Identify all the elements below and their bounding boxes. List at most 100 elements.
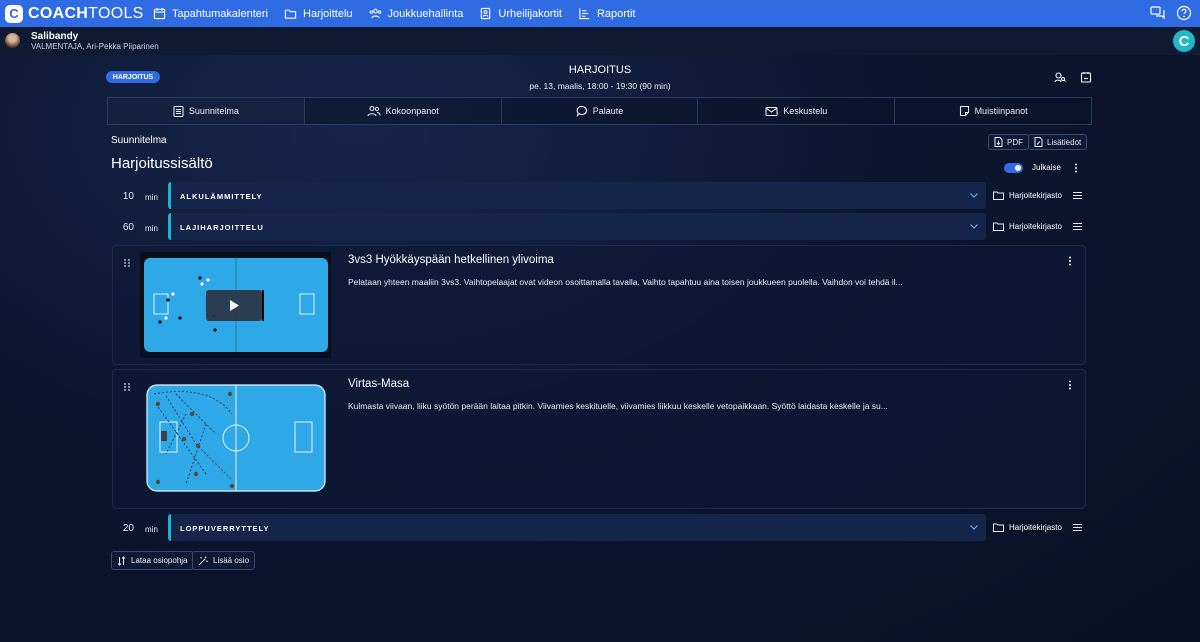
tab-discussion[interactable]: Keskustelu [697,97,895,125]
file-pdf-icon [994,137,1003,147]
hamburger-menu-icon[interactable] [1073,192,1082,199]
section-row: 20 min LOPPUVERRYTTELY Harjoitekirjasto [111,514,1091,542]
hamburger-menu-icon[interactable] [1073,524,1082,531]
clipboard-icon [173,105,184,117]
calendar-edit-icon[interactable] [1080,71,1092,83]
drill-description: Pelataan yhteen maaliin 3vs3. Vaihtopela… [348,277,903,287]
add-section-label: Lisää osio [213,556,250,565]
user-role-name: VALMENTAJA, Ari-Pekka Piiparinen [31,42,159,51]
nav-item-training[interactable]: Harjoittelu [276,0,361,27]
nav-item-calendar[interactable]: Tapahtumakalenteri [145,0,276,27]
nav-item-reports[interactable]: Raportit [570,0,644,27]
exercise-library-link[interactable]: Harjoitekirjasto [993,523,1062,532]
tab-label: Muistiinpanot [974,106,1028,116]
library-label: Harjoitekirjasto [1009,222,1062,231]
chevron-down-icon[interactable] [969,523,979,531]
help-icon[interactable] [1176,5,1192,21]
folder-icon [993,191,1004,200]
section-minutes[interactable]: 60 [111,222,134,233]
calendar-icon [153,7,166,20]
people-icon [367,105,381,117]
library-label: Harjoitekirjasto [1009,191,1062,200]
section-label: Suunnitelma [111,135,167,146]
page-title: Harjoitussisältö [111,155,213,172]
tab-label: Keskustelu [783,106,828,116]
nav-label: Joukkuehallinta [387,7,464,20]
main-nav: Tapahtumakalenteri Harjoittelu Joukkueha… [145,0,644,27]
top-actions [1150,5,1192,21]
magic-wand-icon [198,556,208,565]
section-minutes[interactable]: 10 [111,191,134,202]
event-header-actions [1054,71,1092,83]
tab-notes[interactable]: Muistiinpanot [894,97,1092,125]
drill-diagram-thumbnail[interactable] [146,384,326,492]
chat-icon[interactable] [1150,5,1166,21]
search-people-icon[interactable] [1054,71,1066,83]
section-row: 10 min ALKULÄMMITTELY Harjoitekirjasto [111,182,1091,210]
min-label: min [145,224,158,233]
folder-icon [993,222,1004,231]
chat-bubble-icon [576,105,587,117]
tab-label: Palaute [592,106,624,116]
event-title: HARJOITUS [568,64,632,76]
exercise-library-link[interactable]: Harjoitekirjasto [993,191,1062,200]
app-logo[interactable]: C COACHTOOLS [5,4,145,23]
drag-handle-icon[interactable] [123,258,131,268]
more-options-icon[interactable] [1067,256,1073,266]
details-button[interactable]: Lisätiedot [1028,134,1088,150]
section-header[interactable]: ALKULÄMMITTELY [168,182,986,209]
more-options-icon[interactable] [1073,163,1079,173]
chevron-down-icon[interactable] [969,191,979,199]
id-card-icon [481,7,491,20]
load-template-label: Lataa osiopohja [131,556,188,565]
nav-label: Raportit [596,7,636,20]
folder-icon [284,9,297,19]
team-icon [369,8,381,19]
tab-lineups[interactable]: Kokoonpanot [303,97,501,125]
mail-icon [765,106,778,116]
logo-text: COACHTOOLS [28,4,144,22]
more-options-icon[interactable] [1067,380,1073,390]
drill-description: Kulmasta viivaan, liiku syötön perään la… [348,401,888,411]
section-name: ALKULÄMMITTELY [180,192,263,201]
min-label: min [145,525,158,534]
coachtools-badge-icon[interactable]: C [1173,30,1195,52]
nav-label: Urheilijakortit [498,7,562,20]
user-bar: Salibandy VALMENTAJA, Ari-Pekka Piiparin… [0,27,1200,55]
drill-title[interactable]: Virtas-Masa [348,378,409,390]
details-label: Lisätiedot [1047,137,1082,147]
nav-item-team-management[interactable]: Joukkuehallinta [361,0,472,27]
add-section-button[interactable]: Lisää osio [192,551,256,570]
nav-item-athlete-cards[interactable]: Urheilijakortit [471,0,570,27]
tab-label: Kokoonpanot [385,106,439,116]
section-minutes[interactable]: 20 [111,523,134,534]
drill-card[interactable]: Virtas-Masa Kulmasta viivaan, liiku syöt… [112,369,1086,509]
logo-mark: C [5,4,23,23]
pdf-label: PDF [1007,137,1023,147]
drill-video-thumbnail[interactable] [140,252,331,358]
note-icon [959,105,969,117]
hamburger-menu-icon[interactable] [1073,223,1082,230]
tab-plan[interactable]: Suunnitelma [107,97,304,125]
avatar[interactable] [5,33,20,48]
section-name: LAJIHARJOITTELU [180,223,264,232]
library-label: Harjoitekirjasto [1009,523,1062,532]
nav-label: Harjoittelu [303,7,353,20]
section-header[interactable]: LAJIHARJOITTELU [168,213,986,240]
load-template-button[interactable]: Lataa osiopohja [111,551,194,570]
team-name[interactable]: Salibandy [31,31,78,42]
folder-icon [993,523,1004,532]
drag-handle-icon[interactable] [123,382,131,392]
tab-label: Suunnitelma [188,106,239,116]
tab-feedback[interactable]: Palaute [500,97,698,125]
exercise-library-link[interactable]: Harjoitekirjasto [993,222,1062,231]
nav-label: Tapahtumakalenteri [172,7,269,20]
chevron-down-icon[interactable] [969,222,979,230]
pdf-button[interactable]: PDF [988,134,1029,150]
drill-card[interactable]: 3vs3 Hyökkäyspään hetkellinen ylivoima P… [112,245,1086,365]
drill-title[interactable]: 3vs3 Hyökkäyspään hetkellinen ylivoima [348,254,554,266]
publish-toggle[interactable] [1004,163,1023,173]
min-label: min [145,193,158,202]
file-edit-icon [1034,137,1043,147]
section-header[interactable]: LOPPUVERRYTTELY [168,514,986,541]
